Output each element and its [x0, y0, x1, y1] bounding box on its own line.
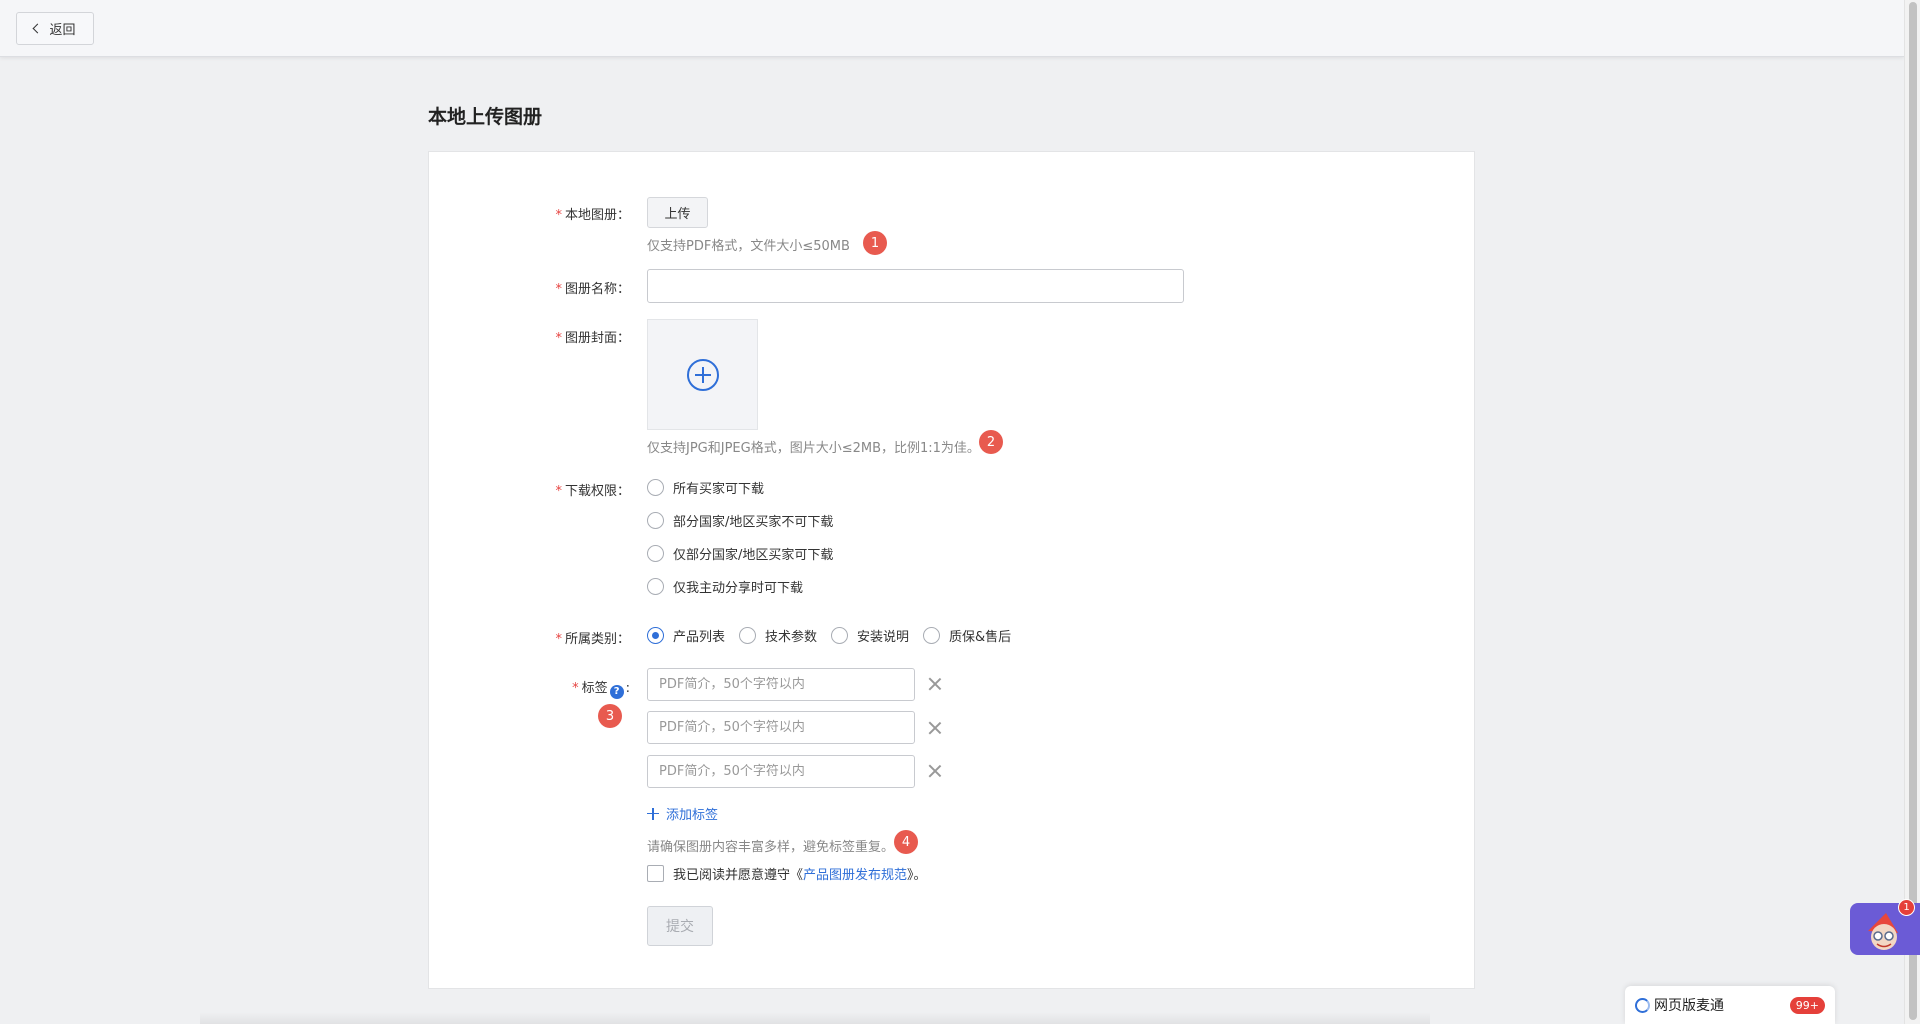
close-icon[interactable] — [928, 677, 942, 691]
add-tag-label: 添加标签 — [666, 808, 719, 823]
tag-input-2[interactable]: PDF简介，50个字符以内 — [647, 711, 915, 744]
category-option-product-list[interactable]: 产品列表 — [647, 626, 725, 645]
tags-hint: 请确保图册内容丰富多样，避免标签重复。 — [647, 840, 895, 855]
download-option-exclude-regions[interactable]: 部分国家/地区买家不可下载 — [647, 511, 833, 530]
add-tag-button[interactable]: 添加标签 — [647, 804, 718, 823]
scrollbar-thumb[interactable] — [1909, 2, 1917, 1020]
im-chat-bar[interactable]: 网页版麦通 99+ — [1625, 986, 1835, 1024]
page-title: 本地上传图册 — [428, 106, 543, 128]
category-option-warranty[interactable]: 质保&售后 — [923, 626, 1011, 645]
step-badge-2: 2 — [979, 430, 1003, 454]
chevron-left-icon — [33, 23, 43, 34]
radio-button[interactable] — [647, 512, 664, 529]
agreement-text: 我已阅读并愿意遵守《产品图册发布规范》。 — [673, 868, 927, 883]
im-unread-count: 99+ — [1789, 996, 1825, 1014]
step-badge-3: 3 — [598, 704, 622, 728]
album-name-input[interactable] — [647, 269, 1184, 303]
back-label: 返回 — [49, 23, 76, 38]
radio-button[interactable] — [647, 578, 664, 595]
local-album-label: * 本地图册： — [555, 208, 630, 223]
close-icon[interactable] — [928, 721, 942, 735]
tags-label: * 标签?: — [572, 681, 630, 699]
agreement-checkbox[interactable] — [647, 865, 664, 882]
required-mark: * — [555, 208, 562, 223]
download-permission-label: * 下载权限： — [555, 484, 630, 499]
step-badge-4: 4 — [894, 830, 918, 854]
agreement-link[interactable]: 产品图册发布规范 — [803, 868, 907, 883]
agreement-row[interactable]: 我已阅读并愿意遵守《产品图册发布规范》。 — [647, 864, 927, 883]
download-option-share-only[interactable]: 仅我主动分享时可下载 — [647, 577, 803, 596]
im-label: 网页版麦通 — [1654, 998, 1724, 1014]
add-circle-icon — [686, 358, 719, 391]
tag-input-3[interactable]: PDF简介，50个字符以内 — [647, 755, 915, 788]
album-name-label: * 图册名称： — [555, 282, 630, 297]
top-bar: 返回 — [0, 0, 1904, 57]
cover-format-hint: 仅支持JPG和JPEG格式，图片大小≤2MB，比例1:1为佳。 — [647, 441, 980, 456]
download-option-all[interactable]: 所有买家可下载 — [647, 478, 764, 497]
category-option-install-guide[interactable]: 安装说明 — [831, 626, 909, 645]
bottom-shadow — [200, 1012, 1430, 1024]
plus-icon — [647, 807, 659, 820]
step-badge-1: 1 — [863, 231, 887, 255]
pdf-format-hint: 仅支持PDF格式，文件大小≤50MB — [647, 239, 850, 254]
radio-button[interactable] — [647, 479, 664, 496]
download-option-only-regions[interactable]: 仅部分国家/地区买家可下载 — [647, 544, 833, 563]
notification-badge: 1 — [1898, 899, 1915, 916]
close-icon[interactable] — [928, 764, 942, 778]
loading-ring-icon — [1635, 997, 1650, 1013]
back-button[interactable]: 返回 — [16, 12, 94, 45]
radio-button-checked[interactable] — [647, 627, 664, 644]
mascot-icon — [1868, 913, 1898, 950]
radio-button[interactable] — [739, 627, 756, 644]
category-label: * 所属类别： — [555, 632, 630, 647]
radio-button[interactable] — [647, 545, 664, 562]
radio-button[interactable] — [923, 627, 940, 644]
tag-input-1[interactable]: PDF简介，50个字符以内 — [647, 668, 915, 701]
category-option-tech-params[interactable]: 技术参数 — [739, 626, 817, 645]
help-icon[interactable]: ? — [609, 685, 624, 699]
cover-label: * 图册封面： — [555, 331, 630, 346]
upload-button[interactable]: 上传 — [647, 197, 708, 228]
radio-button[interactable] — [831, 627, 848, 644]
cover-upload-box[interactable] — [647, 319, 758, 430]
scrollbar[interactable] — [1904, 0, 1920, 1024]
submit-button[interactable]: 提交 — [647, 906, 713, 946]
assistant-widget[interactable]: 1 — [1850, 899, 1920, 955]
